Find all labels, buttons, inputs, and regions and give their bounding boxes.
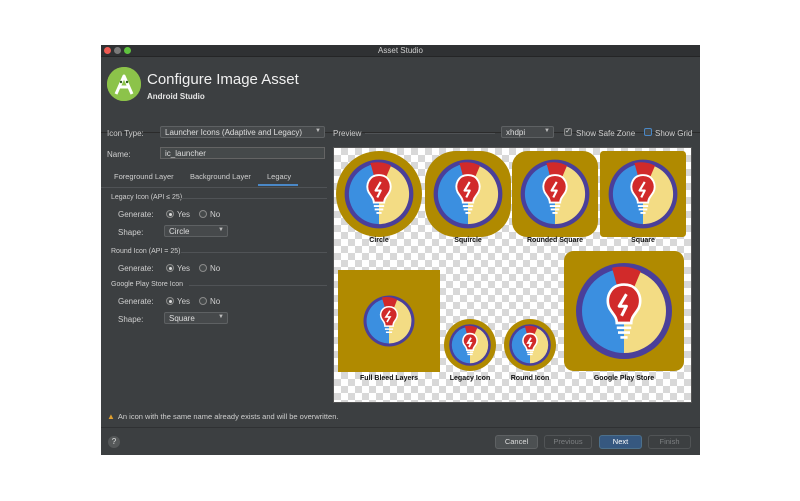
- round-generate-yes-label: Yes: [177, 264, 191, 273]
- show-grid-checkbox[interactable]: [644, 128, 652, 136]
- legacy-shape-dropdown[interactable]: Circle ▼: [164, 225, 228, 237]
- name-input[interactable]: ic_launcher: [160, 147, 325, 159]
- play-generate-label: Generate:: [118, 297, 154, 306]
- round-generate-no-radio[interactable]: [199, 264, 207, 272]
- title-bar: Asset Studio: [101, 45, 700, 57]
- full-bleed-icon-preview: [338, 270, 440, 372]
- legacy-generate-yes-radio[interactable]: [166, 210, 174, 218]
- legacy-icon-label: Legacy Icon: [449, 375, 491, 382]
- tab-background-layer[interactable]: Background Layer: [190, 172, 251, 181]
- finish-button[interactable]: Finish: [648, 435, 691, 449]
- legacy-section-title: Legacy Icon (API ≤ 25): [111, 194, 183, 201]
- squircle-label: Squircle: [454, 237, 482, 244]
- preview-divider: [365, 133, 495, 134]
- window-title: Asset Studio: [378, 46, 423, 55]
- play-section-title: Google Play Store Icon: [111, 281, 183, 288]
- section-divider: [181, 252, 327, 253]
- preview-label: Preview: [333, 129, 362, 138]
- cancel-button[interactable]: Cancel: [495, 435, 538, 449]
- icon-type-dropdown[interactable]: Launcher Icons (Adaptive and Legacy) ▼: [160, 126, 325, 138]
- tab-foreground-layer[interactable]: Foreground Layer: [114, 172, 174, 181]
- square-icon-preview: [600, 151, 686, 237]
- icon-type-label: Icon Type:: [107, 129, 144, 138]
- name-label: Name:: [107, 150, 131, 159]
- warning-text: An icon with the same name already exist…: [117, 412, 339, 421]
- legacy-generate-label: Generate:: [118, 210, 154, 219]
- legacy-shape-value: Circle: [169, 227, 190, 236]
- play-generate-yes-radio[interactable]: [166, 297, 174, 305]
- icon-type-value: Launcher Icons (Adaptive and Legacy): [165, 128, 302, 137]
- circle-icon-preview: [336, 151, 422, 237]
- previous-button[interactable]: Previous: [544, 435, 592, 449]
- play-shape-label: Shape:: [118, 315, 144, 324]
- legacy-icon-preview: [444, 319, 496, 371]
- section-divider: [181, 198, 327, 199]
- play-generate-no-radio[interactable]: [199, 297, 207, 305]
- show-safe-zone-checkbox[interactable]: ✓: [564, 128, 572, 136]
- round-icon-preview: [504, 319, 556, 371]
- round-generate-label: Generate:: [118, 264, 154, 273]
- android-studio-logo-icon: [107, 67, 141, 101]
- selected-tab-indicator: [258, 184, 298, 186]
- rounded-square-label: Rounded Square: [526, 237, 583, 244]
- wizard-footer: ? Cancel Previous Next Finish: [101, 427, 700, 455]
- asset-studio-window: Asset Studio Configure Image Asset Andro…: [101, 45, 700, 455]
- squircle-icon-preview: [425, 151, 511, 237]
- chevron-down-icon: ▼: [315, 128, 321, 134]
- density-dropdown[interactable]: xhdpi ▼: [501, 126, 554, 138]
- legacy-generate-no-radio[interactable]: [199, 210, 207, 218]
- chevron-down-icon: ▼: [218, 227, 224, 233]
- round-generate-yes-radio[interactable]: [166, 264, 174, 272]
- rounded-square-icon-preview: [512, 151, 598, 237]
- next-button[interactable]: Next: [599, 435, 642, 449]
- play-shape-value: Square: [169, 314, 195, 323]
- legacy-generate-no-label: No: [210, 210, 221, 219]
- tab-divider: [101, 187, 327, 188]
- square-label: Square: [631, 237, 655, 244]
- play-store-icon-preview: [564, 251, 684, 371]
- chevron-down-icon: ▼: [218, 314, 224, 320]
- round-section-title: Round Icon (API = 25): [111, 248, 181, 255]
- page-subtitle: Android Studio: [147, 92, 205, 101]
- circle-label: Circle: [369, 237, 389, 244]
- play-generate-yes-label: Yes: [177, 297, 191, 306]
- play-store-label: Google Play Store: [593, 375, 655, 382]
- legacy-shape-label: Shape:: [118, 228, 144, 237]
- warning-icon: ▲: [107, 412, 115, 421]
- play-shape-dropdown[interactable]: Square ▼: [164, 312, 228, 324]
- help-button[interactable]: ?: [108, 436, 120, 448]
- show-grid-label: Show Grid: [655, 129, 693, 138]
- page-title: Configure Image Asset: [147, 71, 299, 88]
- chevron-down-icon: ▼: [544, 128, 550, 134]
- full-bleed-label: Full Bleed Layers: [360, 375, 418, 382]
- preview-panel: Circle Squircle Rounded Square Square Fu…: [333, 147, 692, 403]
- round-icon-label: Round Icon: [510, 375, 550, 382]
- density-value: xhdpi: [506, 128, 526, 137]
- show-safe-zone-label: Show Safe Zone: [576, 129, 636, 138]
- overwrite-warning: ▲ An icon with the same name already exis…: [107, 412, 338, 421]
- wizard-header: Configure Image Asset Android Studio: [101, 58, 700, 133]
- play-generate-no-label: No: [210, 297, 221, 306]
- round-generate-no-label: No: [210, 264, 221, 273]
- tab-legacy[interactable]: Legacy: [267, 172, 291, 181]
- section-divider: [189, 285, 327, 286]
- legacy-generate-yes-label: Yes: [177, 210, 191, 219]
